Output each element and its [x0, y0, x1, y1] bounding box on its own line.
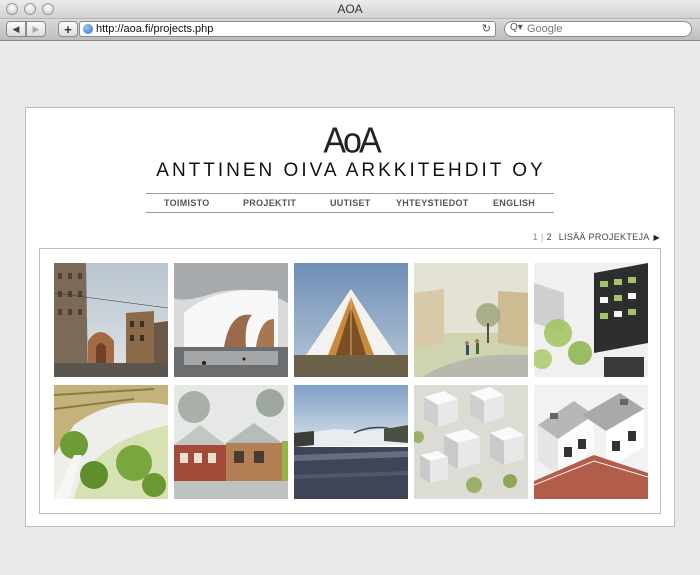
- cube-village-image: [414, 385, 528, 499]
- reload-icon[interactable]: ↻: [482, 22, 491, 35]
- search-placeholder: Google: [527, 23, 563, 35]
- page-1-link[interactable]: 1: [533, 232, 538, 242]
- forward-button[interactable]: ▶: [26, 21, 46, 37]
- nav-item-yhteystiedot[interactable]: YHTEYSTIEDOT: [396, 198, 469, 208]
- right-arrow-icon[interactable]: ▶: [654, 233, 660, 242]
- page-2-link[interactable]: 2: [547, 232, 552, 242]
- back-arrow-icon: ◀: [12, 23, 20, 34]
- townhouses-image: [534, 385, 648, 499]
- forward-arrow-icon: ▶: [32, 23, 40, 34]
- pager-separator: |: [540, 232, 544, 242]
- project-thumb-3[interactable]: [294, 263, 408, 377]
- more-projects-link[interactable]: LISÄÄ PROJEKTEJA: [559, 232, 650, 242]
- url-text[interactable]: http://aoa.fi/projects.php: [96, 23, 213, 35]
- page-frame: AoA ANTTINEN OIVA ARKKITEHDIT OY TOIMIST…: [25, 107, 675, 527]
- window-title-bar: AOA: [0, 0, 700, 19]
- city-street-image: [54, 263, 168, 377]
- back-button[interactable]: ◀: [6, 21, 26, 37]
- company-name: ANTTINEN OIVA ARKKITEHDIT OY: [156, 160, 546, 181]
- river-image: [294, 385, 408, 499]
- project-thumb-1[interactable]: [54, 263, 168, 377]
- pavilion-image: [174, 263, 288, 377]
- project-gallery: [39, 248, 661, 514]
- chapel-image: [294, 263, 408, 377]
- project-thumb-4[interactable]: [414, 263, 528, 377]
- project-thumb-10[interactable]: [534, 385, 648, 499]
- search-icon[interactable]: Q▾: [510, 22, 523, 33]
- nav-top-divider: [146, 193, 554, 194]
- browser-toolbar: ◀ ▶ + http://aoa.fi/projects.php ↻ Q▾ Go…: [0, 19, 700, 41]
- nav-item-toimisto[interactable]: TOIMISTO: [164, 198, 210, 208]
- nav-item-english[interactable]: ENGLISH: [493, 198, 535, 208]
- project-thumb-7[interactable]: [174, 385, 288, 499]
- site-logo[interactable]: AoA: [26, 121, 676, 162]
- project-thumb-9[interactable]: [414, 385, 528, 499]
- main-nav: TOIMISTO PROJEKTIT UUTISET YHTEYSTIEDOT …: [146, 198, 554, 212]
- nav-item-uutiset[interactable]: UUTISET: [330, 198, 371, 208]
- nav-bottom-divider: [146, 212, 554, 213]
- address-bar[interactable]: http://aoa.fi/projects.php ↻: [79, 21, 496, 37]
- village-image: [414, 263, 528, 377]
- nav-item-projektit[interactable]: PROJEKTIT: [243, 198, 296, 208]
- apartment-image: [534, 263, 648, 377]
- pagination: 1 | 2 LISÄÄ PROJEKTEJA ▶: [533, 232, 660, 242]
- search-field[interactable]: Q▾ Google: [504, 21, 692, 37]
- window-title: AOA: [337, 2, 363, 16]
- brick-houses-image: [174, 385, 288, 499]
- globe-icon: [83, 24, 93, 34]
- project-thumb-6[interactable]: [54, 385, 168, 499]
- project-thumb-2[interactable]: [174, 263, 288, 377]
- courtyard-image: [54, 385, 168, 499]
- project-thumb-8[interactable]: [294, 385, 408, 499]
- project-thumb-5[interactable]: [534, 263, 648, 377]
- plus-icon: +: [64, 21, 72, 37]
- add-bookmark-button[interactable]: +: [58, 21, 78, 37]
